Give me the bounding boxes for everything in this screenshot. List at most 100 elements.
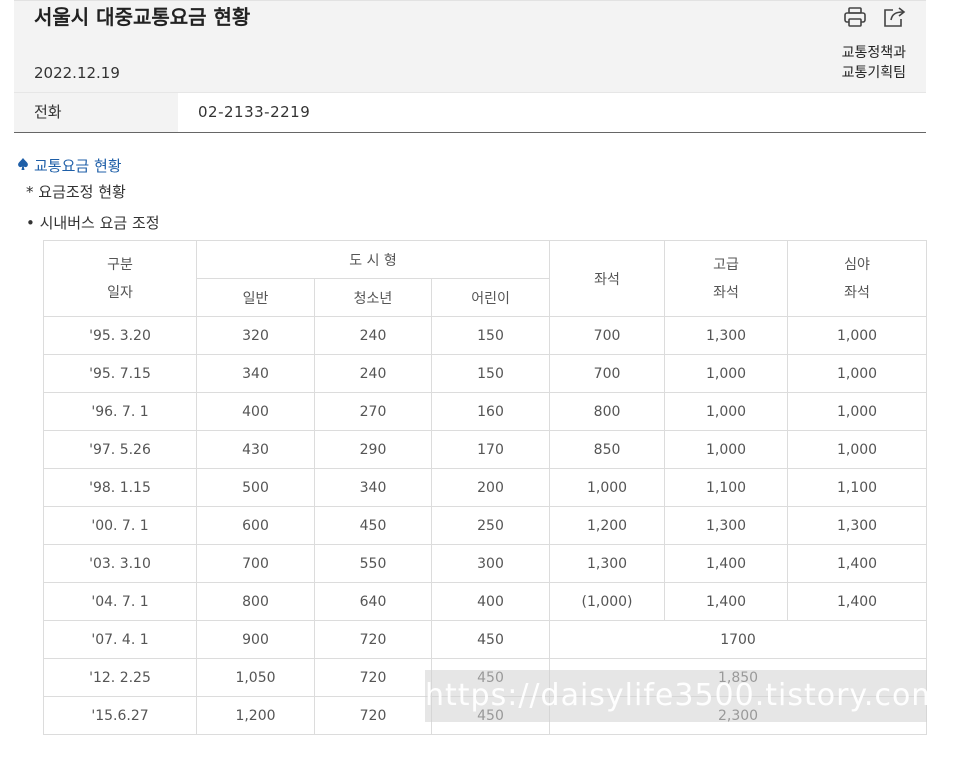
cell-simya: 1,400 [787, 582, 928, 621]
table-row: '04. 7. 1 800 640 400 (1,000) 1,400 1,40… [43, 582, 928, 621]
phone-number[interactable]: 02-2133-2219 [198, 93, 310, 132]
header-eorini: 어린이 [430, 278, 551, 317]
cell-chungso: 720 [314, 620, 432, 659]
cell-ilban: 400 [196, 392, 315, 431]
cell-eorini: 150 [430, 316, 551, 355]
phone-row: 전화 02-2133-2219 [14, 92, 926, 133]
cell-jwaseok: 1,000 [549, 468, 666, 507]
header-gogeup-jwaseok-text: 좌석 [713, 284, 739, 301]
header-actions [842, 5, 908, 29]
cell-gogeup: 1,400 [664, 544, 789, 583]
cell-eorini: 300 [430, 544, 551, 583]
cell-chungso: 640 [314, 582, 432, 621]
header-gubun: 구분 일자 [43, 240, 197, 317]
section-title: 교통요금 현황 [16, 155, 122, 176]
cell-gogeup: 1,000 [664, 430, 789, 469]
department-line-1: 교통정책과 [841, 45, 906, 61]
table-row-merged: '07. 4. 1 900 720 450 1700 [43, 620, 928, 659]
header-simya-text: 심야 [844, 256, 870, 273]
cell-chungso: 270 [314, 392, 432, 431]
cell-date: '98. 1.15 [43, 468, 197, 507]
cell-ilban: 500 [196, 468, 315, 507]
cell-chungso: 550 [314, 544, 432, 583]
cell-ilban: 900 [196, 620, 315, 659]
cell-merged-fare: 2,300 [549, 696, 928, 735]
cell-chungso: 720 [314, 658, 432, 697]
cell-jwaseok: 800 [549, 392, 666, 431]
cell-jwaseok: 700 [549, 354, 666, 393]
department-line-2: 교통기획팀 [841, 65, 906, 81]
cell-eorini: 150 [430, 354, 551, 393]
cell-gogeup: 1,000 [664, 392, 789, 431]
cell-eorini: 200 [430, 468, 551, 507]
print-icon[interactable] [842, 5, 868, 29]
cell-simya: 1,000 [787, 316, 928, 355]
cell-date: '15.6.27 [43, 696, 197, 735]
cell-gogeup: 1,100 [664, 468, 789, 507]
cell-jwaseok: 1,300 [549, 544, 666, 583]
cell-ilban: 430 [196, 430, 315, 469]
spade-icon [16, 157, 30, 175]
cell-simya: 1,400 [787, 544, 928, 583]
cell-ilban: 340 [196, 354, 315, 393]
cell-date: '95. 7.15 [43, 354, 197, 393]
header-gubun-text: 구분 [107, 256, 133, 273]
cell-date: '97. 5.26 [43, 430, 197, 469]
header-simya: 심야 좌석 [787, 240, 928, 317]
table-row: '95. 7.15 340 240 150 700 1,000 1,000 [43, 354, 928, 393]
subsection-city-bus: • 시내버스 요금 조정 [26, 214, 160, 232]
department: 교통정책과 교통기획팀 [842, 43, 906, 83]
cell-simya: 1,000 [787, 392, 928, 431]
cell-date: '95. 3.20 [43, 316, 197, 355]
cell-ilban: 1,050 [196, 658, 315, 697]
cell-chungso: 340 [314, 468, 432, 507]
cell-gogeup: 1,300 [664, 506, 789, 545]
cell-chungso: 720 [314, 696, 432, 735]
header-dosi: 도 시 형 [195, 240, 551, 279]
cell-jwaseok: 700 [549, 316, 666, 355]
cell-ilban: 1,200 [196, 696, 315, 735]
cell-ilban: 700 [196, 544, 315, 583]
cell-date: '00. 7. 1 [43, 506, 197, 545]
cell-ilban: 800 [196, 582, 315, 621]
article-header: 서울시 대중교통요금 현황 2022.12.19 교통정책과 교통기획팀 [14, 0, 926, 93]
cell-eorini: 450 [430, 696, 551, 735]
fare-table: 구분 일자 도 시 형 좌석 고급 좌석 심야 좌석 일반 청소년 어린이 '9… [43, 240, 928, 735]
cell-eorini: 400 [430, 582, 551, 621]
cell-gogeup: 1,400 [664, 582, 789, 621]
cell-simya: 1,300 [787, 506, 928, 545]
cell-chungso: 290 [314, 430, 432, 469]
table-row: '97. 5.26 430 290 170 850 1,000 1,000 [43, 430, 928, 469]
share-icon[interactable] [882, 5, 908, 29]
cell-jwaseok: 850 [549, 430, 666, 469]
table-row: '96. 7. 1 400 270 160 800 1,000 1,000 [43, 392, 928, 431]
cell-chungso: 240 [314, 316, 432, 355]
cell-chungso: 240 [314, 354, 432, 393]
cell-ilban: 600 [196, 506, 315, 545]
section-title-text: 교통요금 현황 [34, 157, 122, 175]
header-simya-jwaseok-text: 좌석 [844, 284, 870, 301]
cell-date: '07. 4. 1 [43, 620, 197, 659]
cell-jwaseok: (1,000) [549, 582, 666, 621]
cell-gogeup: 1,000 [664, 354, 789, 393]
cell-merged-fare: 1,850 [549, 658, 928, 697]
subsection-fare-adjustment: * 요금조정 현황 [26, 183, 126, 201]
cell-ilban: 320 [196, 316, 315, 355]
page-title: 서울시 대중교통요금 현황 [34, 5, 251, 29]
header-jwaseok: 좌석 [549, 240, 666, 317]
cell-date: '96. 7. 1 [43, 392, 197, 431]
cell-merged-fare: 1700 [549, 620, 928, 659]
table-row: '95. 3.20 320 240 150 700 1,300 1,000 [43, 316, 928, 355]
header-ilja-text: 일자 [107, 284, 133, 301]
cell-date: '03. 3.10 [43, 544, 197, 583]
header-gogeup: 고급 좌석 [664, 240, 789, 317]
table-row: '98. 1.15 500 340 200 1,000 1,100 1,100 [43, 468, 928, 507]
cell-date: '12. 2.25 [43, 658, 197, 697]
header-ilban: 일반 [196, 278, 315, 317]
phone-label: 전화 [14, 93, 178, 132]
header-gogeup-text: 고급 [713, 256, 739, 273]
cell-gogeup: 1,300 [664, 316, 789, 355]
cell-eorini: 170 [430, 430, 551, 469]
cell-simya: 1,000 [787, 354, 928, 393]
header-chungsonyeon: 청소년 [314, 278, 432, 317]
